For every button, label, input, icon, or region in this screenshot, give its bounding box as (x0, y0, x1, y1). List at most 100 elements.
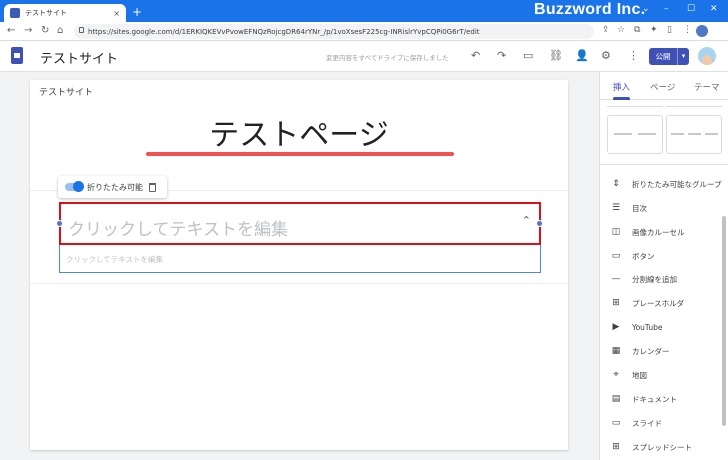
collapsible-group-body[interactable]: クリックしてテキストを編集 (59, 245, 541, 273)
collapsible-toggle-switch[interactable] (65, 181, 84, 192)
account-avatar[interactable] (698, 47, 716, 65)
youtube-icon: ▶ (612, 322, 620, 332)
insert-item-label: 目次 (632, 203, 647, 213)
insert-docs[interactable]: ▤ ドキュメント (611, 392, 727, 406)
collapsible-group-header[interactable]: クリックしてテキストを編集 ⌃ (59, 202, 541, 245)
insert-item-label: 折りたたみ可能なグループ (632, 179, 722, 189)
link-icon[interactable]: ⛓ (549, 49, 563, 62)
divider-icon: — (611, 274, 621, 284)
publish-button[interactable]: 公開 ▾ (649, 48, 689, 65)
layout-thumbnail-top[interactable] (666, 100, 722, 107)
forward-icon[interactable]: → (24, 25, 32, 37)
collapsible-group-icon: ⇕ (612, 179, 620, 189)
tab-insert[interactable]: 挿入 (613, 81, 630, 93)
insert-calendar[interactable]: ▦ カレンダー (611, 344, 727, 358)
docs-icon: ▤ (611, 394, 621, 404)
resize-handle-right[interactable] (536, 220, 543, 227)
page-canvas: テストサイト テストページ クリックしてテキストを編集 ⌃ クリックしてテキスト… (30, 80, 568, 450)
maximize-icon[interactable]: ☐ (687, 4, 695, 14)
home-icon[interactable]: ⌂ (57, 25, 63, 37)
browser-tab-strip: テストサイト × + Buzzword Inc. ⌄ – ☐ ✕ (0, 0, 728, 22)
insert-image-carousel[interactable]: ◫ 画像カルーセル (611, 225, 727, 239)
preview-icon[interactable]: ▭ (523, 49, 533, 62)
publish-dropdown-icon[interactable]: ▾ (677, 48, 689, 65)
minimize-icon[interactable]: – (664, 4, 669, 14)
close-window-icon[interactable]: ✕ (710, 4, 718, 14)
page-title[interactable]: テストページ (30, 110, 568, 154)
browser-toolbar: ← → ↻ ⌂ https://sites.google.com/d/1ERKI… (0, 22, 728, 41)
insert-item-label: ドキュメント (632, 394, 677, 404)
brand-watermark: Buzzword Inc. (534, 1, 646, 18)
resize-handle-left[interactable] (56, 220, 63, 227)
map-pin-icon: ⌖ (613, 370, 619, 380)
profile-avatar[interactable] (696, 25, 708, 37)
tab-themes[interactable]: テーマ (694, 81, 720, 93)
bookmark-star-icon[interactable]: ☆ (617, 25, 625, 35)
insert-divider[interactable]: — 分割線を追加 (611, 272, 727, 286)
layout-thumb-bar (638, 133, 656, 135)
sites-logo-icon[interactable] (11, 47, 23, 64)
insert-placeholder[interactable]: ⊞ プレースホルダ (611, 296, 727, 310)
collapsible-body-placeholder[interactable]: クリックしてテキストを編集 (66, 254, 163, 265)
close-tab-icon[interactable]: × (113, 9, 120, 18)
collapsible-header-placeholder[interactable]: クリックしてテキストを編集 (68, 215, 288, 240)
more-icon[interactable]: ⋮ (628, 49, 639, 62)
chevron-up-icon[interactable]: ⌃ (522, 214, 531, 227)
panel-divider (600, 164, 728, 165)
settings-icon[interactable]: ⚙ (601, 49, 611, 62)
layout-thumbnail[interactable] (607, 115, 663, 154)
insert-item-label: ボタン (632, 251, 655, 261)
new-tab-button[interactable]: + (132, 5, 142, 19)
redo-icon[interactable]: ↷ (497, 49, 506, 62)
layout-thumb-bar (688, 133, 701, 135)
layout-thumb-bar (671, 133, 684, 135)
insert-item-label: YouTube (632, 322, 663, 332)
insert-sheets[interactable]: ⊞ スプレッドシート (611, 440, 727, 454)
carousel-icon: ◫ (611, 227, 621, 237)
sites-app-bar: テストサイト 変更内容をすべてドライブに保存しました ↶ ↷ ▭ ⛓ 👤 ⚙ ⋮… (0, 41, 728, 72)
sites-favicon-icon (10, 8, 20, 18)
insert-youtube[interactable]: ▶ YouTube (611, 320, 727, 334)
share-icon[interactable]: 👤 (575, 49, 589, 62)
collapsible-toggle-chip: 折りたたみ可能 (58, 176, 167, 198)
back-icon[interactable]: ← (7, 25, 15, 37)
address-bar[interactable]: https://sites.google.com/d/1ERKIQKEVvPvo… (74, 24, 594, 39)
insert-collapsible-group[interactable]: ⇕ 折りたたみ可能なグループ (611, 177, 727, 191)
insert-item-label: スプレッドシート (632, 442, 692, 452)
layout-thumb-bar (614, 133, 632, 135)
slides-icon: ▭ (611, 418, 621, 428)
insert-toc[interactable]: ☰ 目次 (611, 201, 727, 215)
extension-icon[interactable]: ⧉ (634, 25, 640, 35)
toc-icon: ☰ (611, 203, 621, 213)
tab-pages[interactable]: ページ (650, 81, 675, 93)
collapsible-toggle-label: 折りたたみ可能 (87, 182, 143, 192)
site-name[interactable]: テストサイト (40, 48, 118, 67)
section-divider (30, 283, 568, 284)
insert-button[interactable]: ▭ ボタン (611, 249, 727, 263)
tab-title: テストサイト (25, 9, 67, 17)
reload-icon[interactable]: ↻ (41, 25, 49, 37)
menu-dots-icon[interactable]: ⋮ (683, 25, 692, 35)
page-site-label[interactable]: テストサイト (39, 85, 93, 98)
install-icon[interactable]: ⇪ (602, 25, 610, 35)
insert-item-label: スライド (632, 418, 662, 428)
layout-thumbnail[interactable] (666, 115, 722, 154)
url-text: https://sites.google.com/d/1ERKIQKEVvPvo… (88, 27, 480, 36)
editor-canvas: テストサイト テストページ クリックしてテキストを編集 ⌃ クリックしてテキスト… (0, 72, 599, 460)
save-status: 変更内容をすべてドライブに保存しました (326, 54, 449, 62)
layout-thumb-bar (705, 133, 718, 135)
insert-map[interactable]: ⌖ 地図 (611, 368, 727, 382)
browser-tab[interactable]: テストサイト × (4, 4, 126, 22)
undo-icon[interactable]: ↶ (471, 49, 480, 62)
puzzle-icon[interactable]: ✦ (650, 25, 658, 35)
layout-thumbnail-top[interactable] (607, 100, 663, 107)
insert-slides[interactable]: ▭ スライド (611, 416, 727, 430)
panel-scrollbar[interactable] (722, 216, 726, 426)
button-icon: ▭ (611, 251, 621, 261)
sidepanel-icon[interactable]: ▯ (667, 25, 672, 35)
sheets-icon: ⊞ (612, 442, 620, 452)
insert-item-label: 画像カルーセル (632, 227, 685, 237)
trash-icon[interactable] (149, 182, 156, 192)
tab-search-icon[interactable]: ⌄ (642, 4, 650, 14)
title-highlight-underline (146, 152, 454, 156)
